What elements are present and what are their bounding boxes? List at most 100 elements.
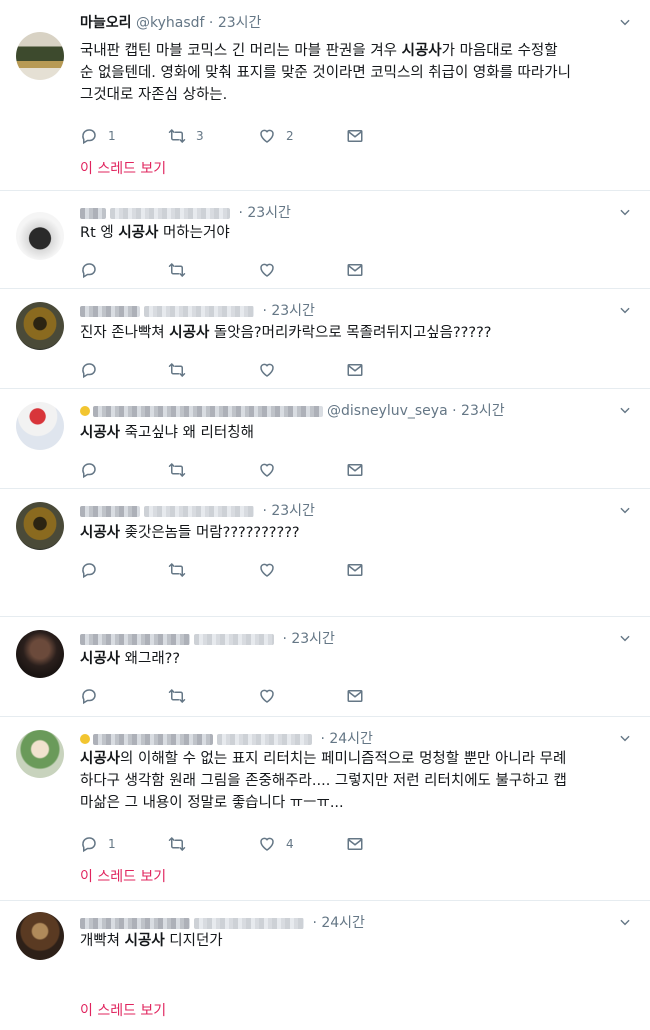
reply-icon	[80, 687, 98, 705]
separator-dot: ·	[258, 303, 272, 319]
retweet-button[interactable]	[168, 686, 186, 706]
dm-button[interactable]	[346, 460, 364, 480]
tweet-timestamp[interactable]: 24시간	[321, 915, 365, 931]
dm-button[interactable]	[346, 834, 364, 854]
avatar[interactable]	[16, 730, 64, 778]
tweet-timestamp[interactable]: 23시간	[461, 403, 505, 419]
show-thread-link[interactable]: 이 스레드 보기	[80, 866, 166, 886]
tweet-text: Rt 엥 시공사 머하는거야	[80, 222, 630, 244]
text-segment: Rt 엥	[80, 225, 119, 241]
chevron-down-icon[interactable]	[618, 630, 632, 644]
reply-button[interactable]: 1	[80, 834, 116, 854]
dm-button[interactable]	[346, 126, 364, 146]
redacted-display-name[interactable]	[93, 405, 323, 417]
dm-button[interactable]	[346, 260, 364, 280]
tweet-timestamp[interactable]: 24시간	[329, 731, 373, 747]
highlighted-keyword: 시공사	[80, 651, 121, 667]
tweet-actions: 1 3 2	[80, 126, 480, 146]
avatar[interactable]	[16, 212, 64, 260]
like-button[interactable]: 4	[258, 834, 294, 854]
retweet-button[interactable]	[168, 260, 186, 280]
reply-button[interactable]	[80, 260, 98, 280]
redacted-user-handle[interactable]	[194, 633, 274, 645]
tweet-actions	[80, 560, 480, 580]
redacted-user-handle[interactable]	[144, 305, 254, 317]
tweet-timestamp[interactable]: 23시간	[271, 303, 315, 319]
dm-button[interactable]	[346, 560, 364, 580]
redacted-display-name[interactable]	[80, 917, 190, 929]
text-segment: 디지던가	[164, 933, 223, 949]
tweet-header: · 23시간	[80, 502, 315, 520]
chevron-down-icon[interactable]	[618, 730, 632, 744]
retweet-button[interactable]	[168, 360, 186, 380]
avatar[interactable]	[16, 502, 64, 550]
tweet-actions	[80, 360, 480, 380]
retweet-icon	[168, 361, 186, 379]
redacted-user-handle[interactable]	[217, 733, 312, 745]
chevron-down-icon[interactable]	[618, 14, 632, 28]
retweet-button[interactable]: 3	[168, 126, 204, 146]
like-icon	[258, 361, 276, 379]
redacted-display-name[interactable]	[80, 207, 106, 219]
text-segment: 죽고싶냐 왜 리터칭해	[120, 425, 254, 441]
chevron-down-icon[interactable]	[618, 302, 632, 316]
separator-dot: ·	[447, 403, 462, 419]
retweet-button[interactable]	[168, 834, 186, 854]
dm-button[interactable]	[346, 686, 364, 706]
chevron-down-icon[interactable]	[618, 204, 632, 218]
retweet-icon	[168, 835, 186, 853]
like-icon	[258, 687, 276, 705]
user-handle[interactable]: @kyhasdf	[136, 15, 204, 31]
reply-button[interactable]	[80, 560, 98, 580]
chevron-down-icon[interactable]	[618, 402, 632, 416]
display-name[interactable]: 마늘오리	[80, 15, 132, 31]
redacted-display-name[interactable]	[93, 733, 213, 745]
avatar[interactable]	[16, 912, 64, 960]
retweet-icon	[168, 127, 186, 145]
show-thread-link[interactable]: 이 스레드 보기	[80, 158, 166, 178]
avatar[interactable]	[16, 302, 64, 350]
tweet-text-line: 개빡쳐 시공사 디지던가	[80, 930, 630, 952]
reply-icon	[80, 261, 98, 279]
dm-button[interactable]	[346, 360, 364, 380]
text-segment: 돌앗음?머리카락으로 목졸려뒤지고싶음?????	[209, 325, 492, 341]
redacted-user-handle[interactable]	[144, 505, 254, 517]
tweet-timestamp[interactable]: 23시간	[271, 503, 315, 519]
avatar[interactable]	[16, 32, 64, 80]
like-button[interactable]	[258, 260, 276, 280]
reply-button[interactable]	[80, 460, 98, 480]
tweet-timestamp[interactable]: 23시간	[291, 631, 335, 647]
chevron-down-icon[interactable]	[618, 914, 632, 928]
redacted-display-name[interactable]	[80, 305, 140, 317]
tweet-text-line: 시공사 왜그래??	[80, 648, 630, 670]
text-segment: 왜그래??	[120, 651, 181, 667]
user-handle[interactable]: @disneyluv_seya	[327, 403, 448, 419]
retweet-button[interactable]	[168, 460, 186, 480]
like-icon	[258, 127, 276, 145]
like-button[interactable]	[258, 360, 276, 380]
redacted-display-name[interactable]	[80, 505, 140, 517]
reply-button[interactable]	[80, 686, 98, 706]
chevron-down-icon[interactable]	[618, 502, 632, 516]
show-thread-link[interactable]: 이 스레드 보기	[80, 1000, 166, 1020]
separator-dot: ·	[258, 503, 272, 519]
like-button[interactable]	[258, 686, 276, 706]
reply-button[interactable]: 1	[80, 126, 116, 146]
redacted-user-handle[interactable]	[194, 917, 304, 929]
reply-icon	[80, 561, 98, 579]
like-button[interactable]	[258, 560, 276, 580]
retweet-button[interactable]	[168, 560, 186, 580]
like-button[interactable]: 2	[258, 126, 294, 146]
redacted-user-handle[interactable]	[110, 207, 230, 219]
tweet-timestamp[interactable]: 23시간	[247, 205, 291, 221]
tweet-text-line: 순 없을텐데. 영화에 맞춰 표지를 맞준 것이라면 코믹스의 취급이 영화를 …	[80, 62, 630, 84]
like-icon	[258, 261, 276, 279]
avatar[interactable]	[16, 630, 64, 678]
highlighted-keyword: 시공사	[80, 425, 121, 441]
tweet-text: 시공사의 이해할 수 없는 표지 리터치는 페미니즘적으로 멍청할 뿐만 아니라…	[80, 748, 630, 814]
avatar[interactable]	[16, 402, 64, 450]
like-button[interactable]	[258, 460, 276, 480]
reply-button[interactable]	[80, 360, 98, 380]
tweet-timestamp[interactable]: 23시간	[218, 15, 262, 31]
redacted-display-name[interactable]	[80, 633, 190, 645]
